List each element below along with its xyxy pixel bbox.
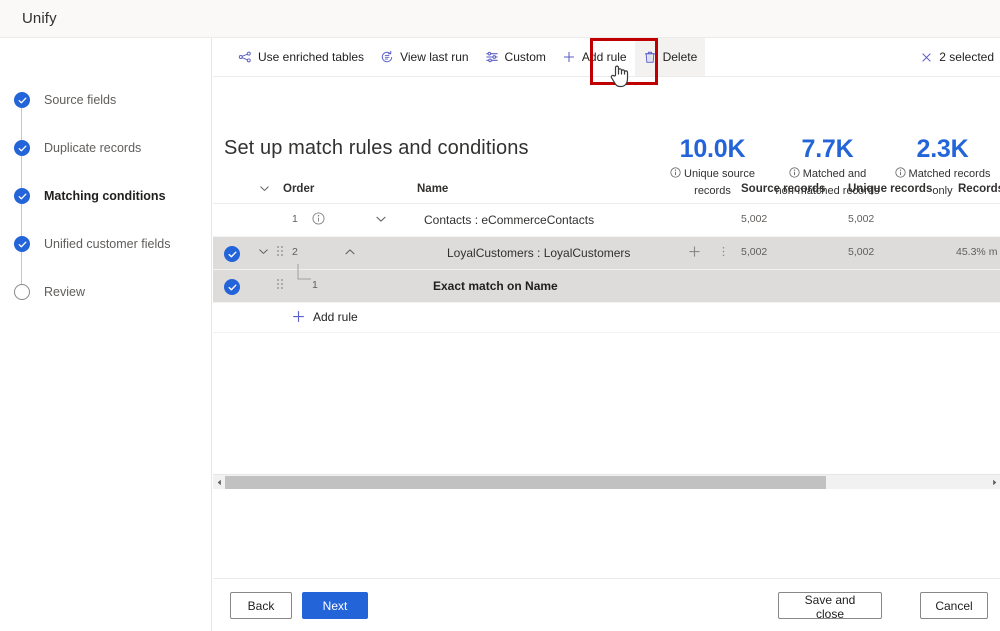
scrollbar-track[interactable] xyxy=(225,475,988,490)
sidebar-item-duplicate-records[interactable]: Duplicate records xyxy=(0,124,212,188)
command-label: Delete xyxy=(662,50,698,64)
settings-sliders-icon xyxy=(485,50,499,64)
add-condition-plus-icon[interactable] xyxy=(687,244,702,262)
history-icon xyxy=(380,50,394,64)
back-button[interactable]: Back xyxy=(230,592,292,619)
collapse-all-chevron-icon[interactable] xyxy=(258,182,271,198)
sidebar-item-label: Review xyxy=(44,285,85,299)
column-header-order[interactable]: Order xyxy=(283,183,314,195)
scroll-left-arrow-icon[interactable] xyxy=(213,475,225,490)
delete-button[interactable]: Delete xyxy=(634,38,706,76)
command-label: Add rule xyxy=(581,50,627,64)
column-header-name[interactable]: Name xyxy=(417,183,448,195)
close-icon xyxy=(920,51,933,64)
add-rule-inline-button[interactable]: Add rule xyxy=(291,309,358,324)
row-more-options-icon[interactable] xyxy=(717,245,730,261)
wizard-sidebar: Source fields Duplicate records Matching… xyxy=(0,38,212,631)
step-connector xyxy=(21,204,23,236)
main-content: Use enriched tables View last run Custom… xyxy=(213,38,1000,631)
kpi-value: 7.7K xyxy=(801,135,854,163)
column-header-source-records[interactable]: Source records xyxy=(741,183,825,195)
column-header-unique-records[interactable]: Unique records xyxy=(848,183,932,195)
horizontal-scrollbar[interactable] xyxy=(213,474,1000,489)
trash-icon xyxy=(643,50,657,64)
command-bar: Use enriched tables View last run Custom… xyxy=(213,38,1000,88)
scrollbar-thumb[interactable] xyxy=(225,475,826,489)
sidebar-item-unified-customer-fields[interactable]: Unified customer fields xyxy=(0,220,212,284)
selection-count-label: 2 selected xyxy=(939,50,994,64)
sidebar-item-label: Unified customer fields xyxy=(44,237,171,251)
row-unique-records: 5,002 xyxy=(848,213,875,225)
kpi-value: 2.3K xyxy=(916,135,969,163)
row-checkbox[interactable] xyxy=(224,246,240,262)
save-and-close-button[interactable]: Save and close xyxy=(778,592,882,621)
match-rules-grid: Order Name Source records Unique records… xyxy=(213,175,1000,489)
custom-button[interactable]: Custom xyxy=(477,38,554,76)
sidebar-item-label: Matching conditions xyxy=(44,189,166,203)
row-order: 1 xyxy=(292,213,298,225)
add-rule-label: Add rule xyxy=(313,309,358,324)
sidebar-item-label: Duplicate records xyxy=(44,141,142,155)
row-unique-records: 5,002 xyxy=(848,246,875,258)
row-order: 2 xyxy=(292,246,298,258)
grid-header-row: Order Name Source records Unique records… xyxy=(213,175,1000,204)
scroll-right-arrow-icon[interactable] xyxy=(988,475,1000,490)
cancel-button[interactable]: Cancel xyxy=(920,592,988,619)
selection-count-button[interactable]: 2 selected xyxy=(920,38,998,76)
page-header-region: Set up match rules and conditions 10.0K … xyxy=(213,77,1000,197)
table-row[interactable]: 2 LoyalCustomers : LoyalCustomers 5,002 … xyxy=(213,237,1000,270)
row-source-records: 5,002 xyxy=(741,246,768,258)
check-circle-icon xyxy=(14,188,30,204)
command-label: Custom xyxy=(504,50,546,64)
check-circle-icon xyxy=(14,236,30,252)
drag-handle-icon[interactable] xyxy=(277,279,284,290)
add-rule-row: Add rule xyxy=(213,303,1000,333)
sidebar-item-review[interactable]: Review xyxy=(0,268,212,316)
sidebar-item-matching-conditions[interactable]: Matching conditions xyxy=(0,172,212,236)
plus-icon xyxy=(291,309,306,324)
table-row[interactable]: 1 Contacts : eCommerceContacts 5,002 5,0… xyxy=(213,204,1000,237)
add-rule-command-button[interactable]: Add rule xyxy=(554,38,635,76)
kpi-value: 10.0K xyxy=(679,135,746,163)
footer-action-bar: Back Next Save and close Cancel xyxy=(213,578,1000,631)
app-title: Unify xyxy=(22,10,57,27)
wizard-step-list: Source fields Duplicate records Matching… xyxy=(0,76,212,316)
column-header-records[interactable]: Records xyxy=(958,183,1000,195)
check-circle-icon xyxy=(14,140,30,156)
expand-row-chevron-up-icon[interactable] xyxy=(343,245,357,262)
command-label: View last run xyxy=(400,50,469,64)
view-last-run-button[interactable]: View last run xyxy=(372,38,476,76)
command-label: Use enriched tables xyxy=(258,50,365,64)
info-icon[interactable] xyxy=(312,212,325,228)
table-row[interactable]: 1 Exact match on Name xyxy=(213,264,1000,303)
plus-icon xyxy=(562,50,576,64)
row-name: Exact match on Name xyxy=(433,279,558,293)
step-connector xyxy=(21,108,23,140)
check-circle-icon xyxy=(14,92,30,108)
sidebar-item-source-fields[interactable]: Source fields xyxy=(0,76,212,140)
row-checkbox[interactable] xyxy=(224,279,240,295)
use-enriched-tables-button[interactable]: Use enriched tables xyxy=(230,38,372,76)
step-connector xyxy=(21,252,23,284)
row-records-percentage: 45.3% m xyxy=(956,246,998,258)
row-order: 1 xyxy=(312,279,318,291)
tree-branch-connector xyxy=(297,264,313,291)
next-button[interactable]: Next xyxy=(302,592,368,619)
row-name: LoyalCustomers : LoyalCustomers xyxy=(447,246,631,260)
sidebar-item-label: Source fields xyxy=(44,93,117,107)
page-title: Set up match rules and conditions xyxy=(224,137,529,159)
app-header: Unify xyxy=(0,0,1000,38)
collapse-row-chevron-down-icon[interactable] xyxy=(257,245,270,261)
share-nodes-icon xyxy=(238,50,252,64)
empty-circle-icon xyxy=(14,284,30,300)
step-connector xyxy=(21,156,23,188)
row-name: Contacts : eCommerceContacts xyxy=(424,213,595,227)
row-source-records: 5,002 xyxy=(741,213,768,225)
expand-row-chevron-down-icon[interactable] xyxy=(374,212,388,229)
drag-handle-icon[interactable] xyxy=(277,246,284,257)
